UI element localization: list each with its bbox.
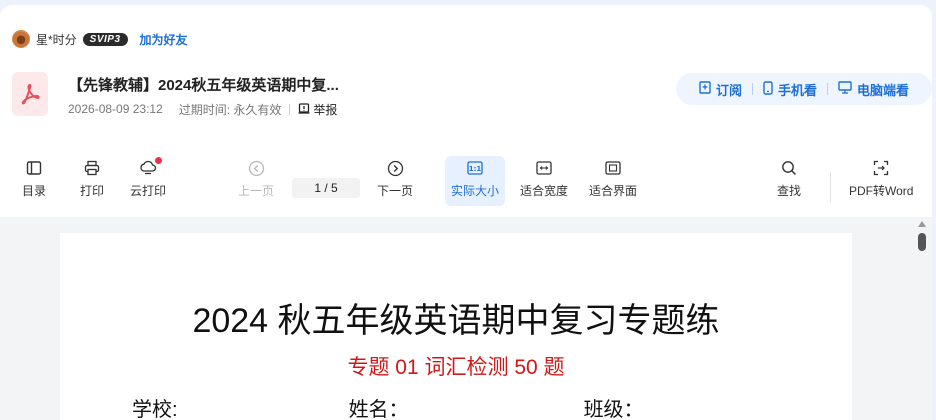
divider: [289, 103, 291, 115]
phone-icon: [763, 80, 773, 98]
next-page-label: 下一页: [377, 184, 414, 198]
toc-label: 目录: [22, 184, 47, 198]
actual-size-icon: 1:1: [467, 156, 483, 180]
subscribe-label: 订阅: [715, 82, 742, 98]
divider: [830, 172, 831, 202]
print-label: 打印: [80, 184, 105, 198]
printer-icon: [84, 156, 100, 180]
bookmark-icon: [699, 81, 711, 97]
prev-page-button[interactable]: 上一页: [238, 156, 274, 206]
fit-width-icon: [536, 156, 552, 180]
add-friend-button[interactable]: 加为好友: [140, 31, 188, 48]
class-label: 班级：: [583, 399, 644, 420]
document-card: 星*时分 SVIP3 加为好友 【先锋教辅】2024秋五年级英语期中复... 2…: [0, 5, 932, 420]
document-meta: 2026-08-09 23:12 过期时间: 永久有效 举报: [68, 101, 337, 117]
divider: [751, 83, 753, 95]
name-field: 姓名：: [349, 393, 542, 420]
viewer-toolbar: 目录 打印 云打印 上一页 下一页 1:1 实际大小 适合宽度 适合界面 查找 …: [0, 156, 932, 212]
pdf-to-word-button[interactable]: PDF转Word: [849, 156, 913, 206]
cloud-print-label: 云打印: [130, 184, 167, 198]
uploader-name[interactable]: 星*时分: [36, 31, 77, 48]
class-field: 班级：: [584, 393, 777, 420]
find-button[interactable]: 查找: [777, 156, 801, 206]
report-label: 举报: [313, 102, 338, 117]
prev-page-label: 上一页: [238, 184, 275, 198]
actual-size-button[interactable]: 1:1 实际大小: [445, 156, 505, 206]
chevron-right-circle-icon: [387, 156, 404, 180]
avatar[interactable]: [12, 30, 30, 48]
vip-badge: SVIP3: [82, 32, 128, 46]
page-indicator[interactable]: 1 / 5: [292, 178, 360, 198]
mobile-view-button[interactable]: 手机看: [763, 80, 817, 99]
school-label: 学校:: [132, 399, 178, 420]
fit-page-label: 适合界面: [589, 184, 638, 198]
pdf-viewer[interactable]: 2024 秋五年级英语期中复习专题练 专题 01 词汇检测 50 题 学校: 姓…: [0, 217, 932, 420]
report-button[interactable]: 举报: [298, 101, 337, 118]
pdf-file-icon: [12, 72, 48, 116]
sidebar-icon: [26, 156, 42, 180]
notification-dot: [155, 157, 163, 164]
svg-text:1:1: 1:1: [469, 165, 482, 173]
document-title: 【先锋教辅】2024秋五年级英语期中复...: [68, 77, 339, 94]
toc-button[interactable]: 目录: [22, 156, 46, 206]
fit-width-label: 适合宽度: [520, 184, 569, 198]
view-actions: 订阅 手机看 电脑端看: [676, 73, 932, 105]
mobile-view-label: 手机看: [777, 82, 817, 98]
print-button[interactable]: 打印: [80, 156, 104, 206]
pdf-to-word-label: PDF转Word: [849, 184, 914, 198]
monitor-icon: [838, 81, 852, 97]
scroll-thumb[interactable]: [918, 233, 926, 251]
name-label: 姓名：: [348, 399, 409, 420]
desktop-view-button[interactable]: 电脑端看: [838, 80, 909, 99]
pdf-page: 2024 秋五年级英语期中复习专题练 专题 01 词汇检测 50 题 学校: 姓…: [60, 233, 852, 420]
page-heading: 2024 秋五年级英语期中复习专题练: [192, 302, 720, 340]
report-icon: [298, 102, 310, 117]
cloud-print-button[interactable]: 云打印: [130, 156, 166, 206]
uploader-info: 星*时分 SVIP3 加为好友: [12, 29, 188, 49]
actual-size-label: 实际大小: [450, 184, 499, 198]
fit-page-button[interactable]: 适合界面: [589, 156, 637, 206]
form-fields: 学校: 姓名： 班级：: [132, 393, 777, 420]
search-icon: [781, 156, 797, 180]
fit-page-icon: [605, 156, 621, 180]
expiry-info: 过期时间: 永久有效: [178, 102, 282, 117]
desktop-view-label: 电脑端看: [857, 82, 910, 98]
next-page-button[interactable]: 下一页: [377, 156, 413, 206]
school-field: 学校:: [132, 393, 311, 420]
scrollbar[interactable]: [916, 217, 928, 420]
page-subheading: 专题 01 词汇检测 50 题: [347, 356, 565, 379]
upload-date: 2026-08-09 23:12: [68, 102, 163, 116]
divider: [827, 83, 828, 95]
scroll-up-arrow[interactable]: [918, 221, 926, 227]
chevron-left-circle-icon: [248, 156, 265, 180]
subscribe-button[interactable]: 订阅: [699, 80, 742, 99]
convert-icon: [873, 156, 889, 180]
fit-width-button[interactable]: 适合宽度: [520, 156, 568, 206]
find-label: 查找: [777, 184, 802, 198]
